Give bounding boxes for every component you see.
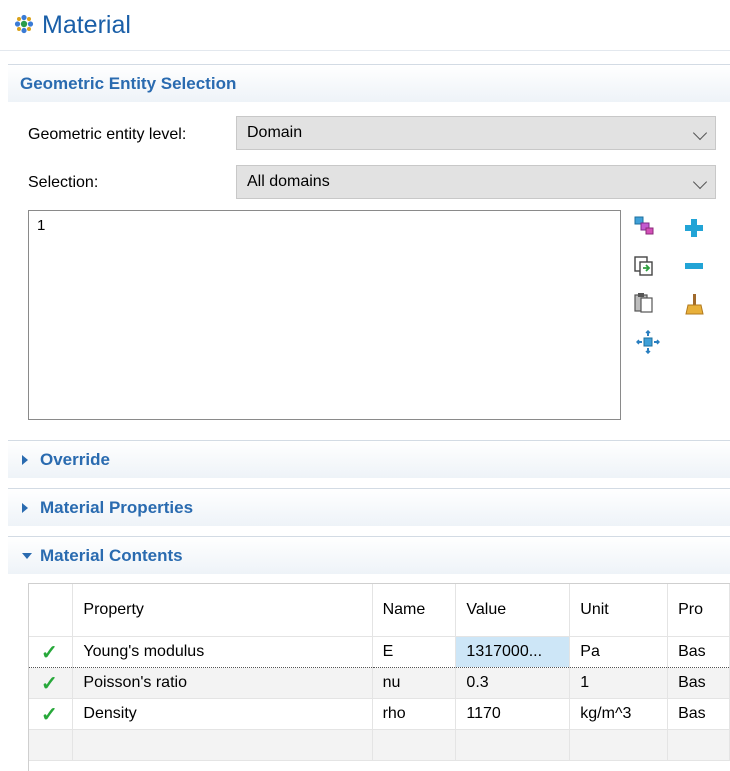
property-cell[interactable]: Density bbox=[72, 698, 373, 730]
column-header[interactable]: Property bbox=[72, 584, 373, 637]
table-row-empty bbox=[29, 729, 730, 761]
expand-arrow-icon bbox=[22, 503, 28, 513]
property-cell[interactable]: Young's modulus bbox=[72, 636, 373, 668]
section-title: Material Contents bbox=[40, 546, 183, 565]
material-node-icon bbox=[14, 14, 34, 34]
clear-selection-icon[interactable] bbox=[682, 292, 706, 316]
column-header[interactable]: Pro bbox=[667, 584, 730, 637]
section-override[interactable]: Override bbox=[8, 440, 730, 478]
name-cell[interactable]: E bbox=[372, 636, 457, 668]
material-contents-table: Property Name Value Unit Pro ✓ Young's m… bbox=[28, 583, 730, 771]
name-cell[interactable]: rho bbox=[372, 698, 457, 730]
section-title: Material Properties bbox=[40, 498, 194, 517]
column-header[interactable] bbox=[29, 584, 74, 637]
section-title: Geometric Entity Selection bbox=[20, 74, 237, 93]
unit-cell[interactable]: kg/m^3 bbox=[569, 698, 669, 730]
chevron-down-icon bbox=[692, 174, 708, 190]
value-cell[interactable]: 1317000... bbox=[455, 636, 571, 668]
copy-selection-icon[interactable] bbox=[632, 254, 656, 278]
check-icon: ✓ bbox=[41, 641, 58, 664]
group-cell[interactable]: Bas bbox=[667, 636, 730, 668]
selection-dropdown[interactable]: All domains bbox=[236, 165, 716, 199]
name-cell[interactable]: nu bbox=[372, 667, 457, 699]
section-material-properties[interactable]: Material Properties bbox=[8, 488, 730, 526]
table-header-row: Property Name Value Unit Pro bbox=[29, 584, 730, 637]
section-title: Override bbox=[40, 450, 110, 469]
table-row[interactable]: ✓ Density rho 1170 kg/m^3 Bas bbox=[29, 698, 730, 730]
selection-value: All domains bbox=[247, 173, 330, 190]
unit-cell[interactable]: Pa bbox=[569, 636, 669, 668]
check-icon: ✓ bbox=[41, 672, 58, 695]
column-header[interactable]: Value bbox=[455, 584, 571, 637]
remove-from-selection-icon[interactable] bbox=[682, 254, 706, 278]
entity-level-value: Domain bbox=[247, 124, 303, 141]
property-cell[interactable]: Poisson's ratio bbox=[72, 667, 373, 699]
selection-label: Selection: bbox=[28, 174, 99, 191]
value-cell[interactable]: 0.3 bbox=[455, 667, 571, 699]
entity-level-label: Geometric entity level: bbox=[28, 126, 187, 143]
selection-list[interactable]: 1 bbox=[28, 210, 621, 420]
table-row[interactable]: ✓ Poisson's ratio nu 0.3 1 Bas bbox=[29, 667, 730, 699]
group-cell[interactable]: Bas bbox=[667, 698, 730, 730]
list-item[interactable]: 1 bbox=[37, 217, 45, 234]
add-to-selection-icon[interactable] bbox=[682, 216, 706, 240]
title-divider bbox=[0, 50, 730, 51]
paste-selection-icon[interactable] bbox=[632, 290, 656, 314]
column-header[interactable]: Unit bbox=[569, 584, 669, 637]
check-icon: ✓ bbox=[41, 703, 58, 726]
chevron-down-icon bbox=[692, 125, 708, 141]
entity-level-dropdown[interactable]: Domain bbox=[236, 116, 716, 150]
select-objects-icon[interactable] bbox=[632, 214, 656, 238]
group-cell[interactable]: Bas bbox=[667, 667, 730, 699]
section-material-contents[interactable]: Material Contents bbox=[8, 536, 730, 574]
section-geometric-entity-selection[interactable]: Geometric Entity Selection bbox=[8, 64, 730, 102]
column-header[interactable]: Name bbox=[372, 584, 457, 637]
unit-cell[interactable]: 1 bbox=[569, 667, 669, 699]
value-cell[interactable]: 1170 bbox=[455, 698, 571, 730]
expand-arrow-icon bbox=[22, 455, 28, 465]
collapse-arrow-icon bbox=[22, 553, 32, 559]
page-title: Material bbox=[42, 11, 131, 39]
zoom-to-selection-icon[interactable] bbox=[636, 330, 660, 354]
table-row[interactable]: ✓ Young's modulus E 1317000... Pa Bas bbox=[29, 636, 730, 668]
